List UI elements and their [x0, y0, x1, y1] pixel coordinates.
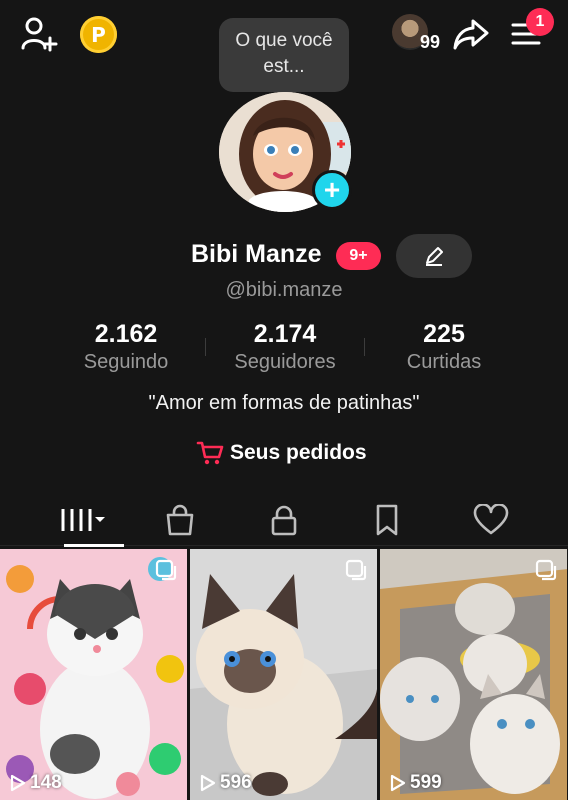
view-count-value: 599: [410, 772, 442, 793]
view-count-value: 148: [30, 772, 62, 793]
profile-handle: @bibi.manze: [225, 279, 343, 301]
tab-shop[interactable]: [130, 494, 230, 546]
bookmark-icon: [376, 504, 398, 536]
shopping-cart-icon: [196, 441, 224, 465]
play-icon: [390, 774, 406, 792]
view-count-value: 596: [220, 772, 252, 793]
add-story-icon[interactable]: +: [312, 170, 352, 210]
video-thumbnail[interactable]: 596: [190, 549, 377, 800]
view-count: 596: [200, 772, 252, 794]
video-grid: 148 596 599: [0, 549, 568, 800]
profile-bio: "Amor em formas de patinhas": [148, 392, 420, 414]
stat-label: Seguindo: [83, 351, 169, 373]
orders-label: Seus pedidos: [230, 441, 367, 464]
heart-icon: [473, 504, 509, 535]
multi-photo-icon: [535, 559, 557, 581]
video-thumbnail[interactable]: 599: [380, 549, 567, 800]
status-bubble[interactable]: O que você est...: [219, 18, 349, 92]
tab-videos[interactable]: [34, 494, 134, 547]
tab-saved[interactable]: [337, 494, 437, 546]
tab-liked[interactable]: [441, 494, 541, 546]
profile-tabs: [0, 494, 568, 547]
share-icon[interactable]: [450, 14, 492, 54]
view-count: 148: [10, 772, 62, 794]
orders-link[interactable]: Seus pedidos: [196, 438, 367, 468]
stat-following[interactable]: 2.162 Seguindo: [46, 318, 206, 374]
videos-grid-icon: [61, 509, 105, 531]
notification-badge: 1: [526, 8, 554, 36]
siamese-kitten-thumbnail-image: [190, 549, 377, 800]
stat-label: Curtidas: [406, 351, 482, 373]
profile-name: Bibi Manze: [191, 240, 322, 268]
lock-icon: [271, 505, 297, 536]
tab-private[interactable]: [234, 494, 334, 546]
friends-count: 99: [420, 32, 441, 52]
name-row: Bibi Manze: [0, 236, 568, 276]
shop-bag-icon: [166, 504, 194, 536]
coin-icon[interactable]: P: [80, 16, 117, 53]
multi-photo-icon: [345, 559, 367, 581]
profile-avatar-wrap[interactable]: +: [219, 92, 352, 212]
view-count: 599: [390, 772, 442, 794]
video-thumbnail[interactable]: 148: [0, 549, 187, 800]
stat-value: 225: [423, 320, 465, 348]
profile-stats: 2.162 Seguindo 2.174 Seguidores 225 Curt…: [0, 318, 568, 378]
play-icon: [10, 774, 26, 792]
stat-value: 2.162: [94, 320, 158, 348]
menu-icon[interactable]: 1: [506, 8, 554, 52]
kitten-thumbnail-image: [0, 549, 187, 800]
add-friend-icon[interactable]: [18, 14, 62, 54]
top-bar: P O que você est... 99 1: [0, 0, 568, 92]
stat-followers[interactable]: 2.174 Seguidores: [205, 318, 365, 374]
kittens-box-thumbnail-image: [380, 549, 567, 800]
friends-avatar-button[interactable]: 99: [392, 12, 442, 54]
pencil-icon: [426, 247, 443, 266]
multi-photo-icon: [155, 559, 177, 581]
stat-label: Seguidores: [234, 351, 336, 373]
name-badge[interactable]: 9+: [336, 242, 381, 270]
coin-letter: P: [91, 22, 106, 47]
stat-likes[interactable]: 225 Curtidas: [364, 318, 524, 374]
play-icon: [200, 774, 216, 792]
edit-profile-button[interactable]: [396, 234, 472, 278]
stat-value: 2.174: [253, 320, 317, 348]
